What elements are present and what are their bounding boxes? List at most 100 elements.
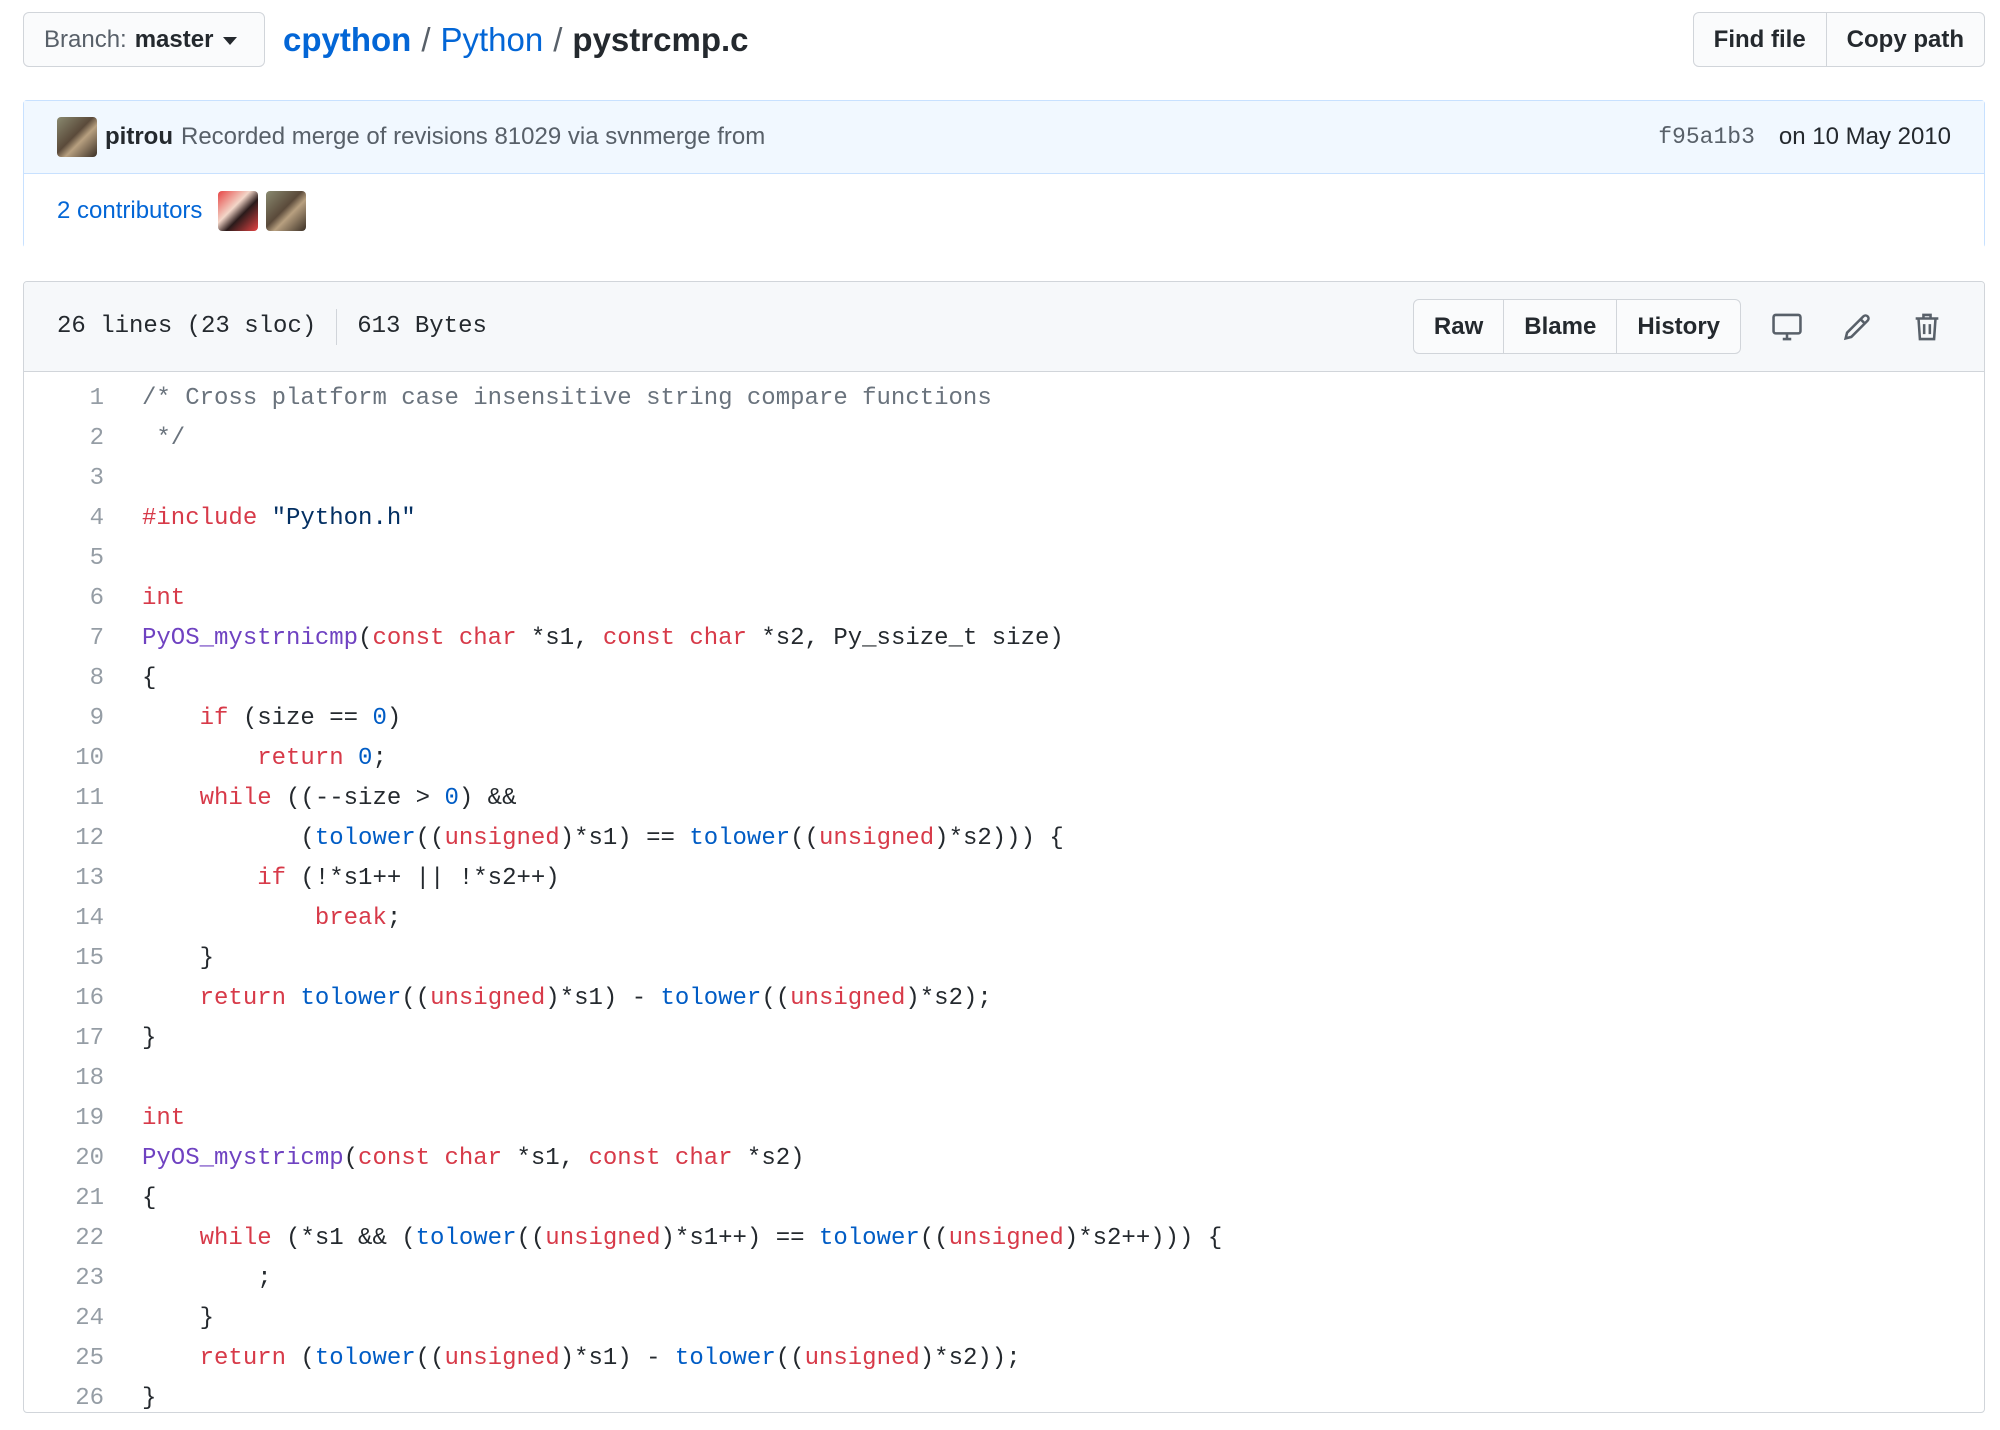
branch-select-button[interactable]: Branch: master [23, 12, 265, 67]
blame-button[interactable]: Blame [1503, 300, 1616, 353]
file-info-divider [336, 308, 338, 345]
commit-sha-link[interactable]: f95a1b3 [1658, 124, 1755, 150]
code-line: 3 [24, 458, 1984, 498]
line-number[interactable]: 4 [24, 505, 104, 532]
code-token: (( [516, 1224, 546, 1252]
line-number[interactable]: 16 [24, 985, 104, 1012]
line-code: while (*s1 && (tolower((unsigned)*s1++) … [104, 1224, 1223, 1252]
line-number[interactable]: 8 [24, 665, 104, 692]
line-code: { [104, 1185, 156, 1212]
code-token: } [142, 1384, 157, 1412]
latest-commit-row: pitrou Recorded merge of revisions 81029… [24, 101, 1984, 174]
breadcrumb-separator: / [553, 20, 563, 58]
code-token: PyOS_mystricmp [142, 1144, 344, 1172]
code-token: (( [401, 984, 431, 1012]
code-token: return [257, 744, 344, 772]
commit-author-link[interactable]: pitrou [105, 123, 173, 151]
code-token: *s2, Py_ssize_t size) [746, 624, 1064, 652]
code-line: 11 while ((--size > 0) && [24, 778, 1984, 818]
code-line: 4 #include "Python.h" [24, 498, 1984, 538]
line-number[interactable]: 17 [24, 1025, 104, 1052]
line-number[interactable]: 18 [24, 1065, 104, 1092]
line-number[interactable]: 7 [24, 625, 104, 652]
file-view-button-group: Raw Blame History [1412, 299, 1741, 354]
author-avatar[interactable] [57, 117, 97, 157]
line-code: } [104, 1025, 156, 1052]
copy-path-button[interactable]: Copy path [1825, 13, 1984, 66]
line-number[interactable]: 22 [24, 1225, 104, 1252]
line-number[interactable]: 5 [24, 545, 104, 572]
line-number[interactable]: 15 [24, 945, 104, 972]
code-line: 21 { [24, 1178, 1984, 1218]
line-number[interactable]: 10 [24, 745, 104, 772]
raw-button[interactable]: Raw [1414, 300, 1503, 353]
code-token: const [372, 624, 445, 652]
contributor-avatar[interactable] [266, 191, 307, 231]
code-token: tolower [660, 984, 762, 1012]
line-number[interactable]: 14 [24, 905, 104, 932]
code-token: #include [142, 504, 258, 532]
line-number[interactable]: 11 [24, 785, 104, 812]
line-number[interactable]: 9 [24, 705, 104, 732]
line-code: while ((--size > 0) && [104, 784, 517, 812]
line-code: } [104, 1385, 156, 1412]
line-number[interactable]: 2 [24, 425, 104, 452]
line-number[interactable]: 3 [24, 465, 104, 492]
code-line: 9 if (size == 0) [24, 698, 1984, 738]
line-number[interactable]: 6 [24, 585, 104, 612]
code-line: 19 int [24, 1098, 1984, 1138]
code-token: if [257, 864, 287, 892]
commit-message-link[interactable]: Recorded merge of revisions 81029 via sv… [181, 123, 765, 151]
contributors-link[interactable]: 2 contributors [57, 197, 202, 225]
file-size: 613 Bytes [357, 313, 487, 340]
find-file-button[interactable]: Find file [1694, 13, 1826, 66]
code-token: (!*s1++ || !*s2++) [286, 864, 560, 892]
code-line: 7 PyOS_mystrnicmp(const char *s1, const c… [24, 618, 1984, 658]
code-token: (( [415, 824, 445, 852]
code-token: { [142, 664, 157, 692]
pencil-icon[interactable] [1833, 303, 1881, 351]
breadcrumb-separator: / [421, 20, 431, 58]
code-line: 6 int [24, 578, 1984, 618]
line-code: if (!*s1++ || !*s2++) [104, 864, 560, 892]
desktop-icon[interactable] [1763, 303, 1811, 351]
line-code: return (tolower((unsigned)*s1) - tolower… [104, 1345, 1021, 1372]
code-line: 22 while (*s1 && (tolower((unsigned)*s1+… [24, 1218, 1984, 1258]
code-token: ((--size > [271, 784, 445, 812]
history-button[interactable]: History [1616, 300, 1740, 353]
line-code: { [104, 665, 156, 692]
code-line: 2 */ [24, 418, 1984, 458]
line-code: int [104, 1105, 185, 1132]
line-number[interactable]: 20 [24, 1145, 104, 1172]
line-code: PyOS_mystricmp(const char *s1, const cha… [104, 1145, 805, 1172]
code-token: ; [386, 904, 402, 932]
code-token: )*s1) - [545, 984, 661, 1012]
line-number[interactable]: 24 [24, 1305, 104, 1332]
line-number[interactable]: 23 [24, 1265, 104, 1292]
code-token: char [444, 1144, 503, 1172]
code-token: )*s1++) == [660, 1224, 819, 1252]
code-token: (( [919, 1224, 949, 1252]
line-number[interactable]: 12 [24, 825, 104, 852]
line-number[interactable]: 25 [24, 1345, 104, 1372]
line-number[interactable]: 26 [24, 1385, 104, 1412]
breadcrumb-dir-link[interactable]: Python [441, 21, 544, 59]
code-token: break [314, 904, 387, 932]
line-number[interactable]: 19 [24, 1105, 104, 1132]
line-number[interactable]: 1 [24, 385, 104, 412]
code-token: } [142, 944, 215, 972]
contributor-avatar[interactable] [218, 191, 259, 231]
line-number[interactable]: 13 [24, 865, 104, 892]
line-number[interactable]: 21 [24, 1185, 104, 1212]
branch-name: master [134, 25, 214, 53]
code-token: char [674, 1144, 733, 1172]
breadcrumb-file-name: pystrcmp.c [572, 20, 749, 58]
trash-icon[interactable] [1903, 303, 1951, 351]
breadcrumb-repo-link[interactable]: cpython [283, 21, 411, 59]
code-token: ) && [458, 784, 517, 812]
